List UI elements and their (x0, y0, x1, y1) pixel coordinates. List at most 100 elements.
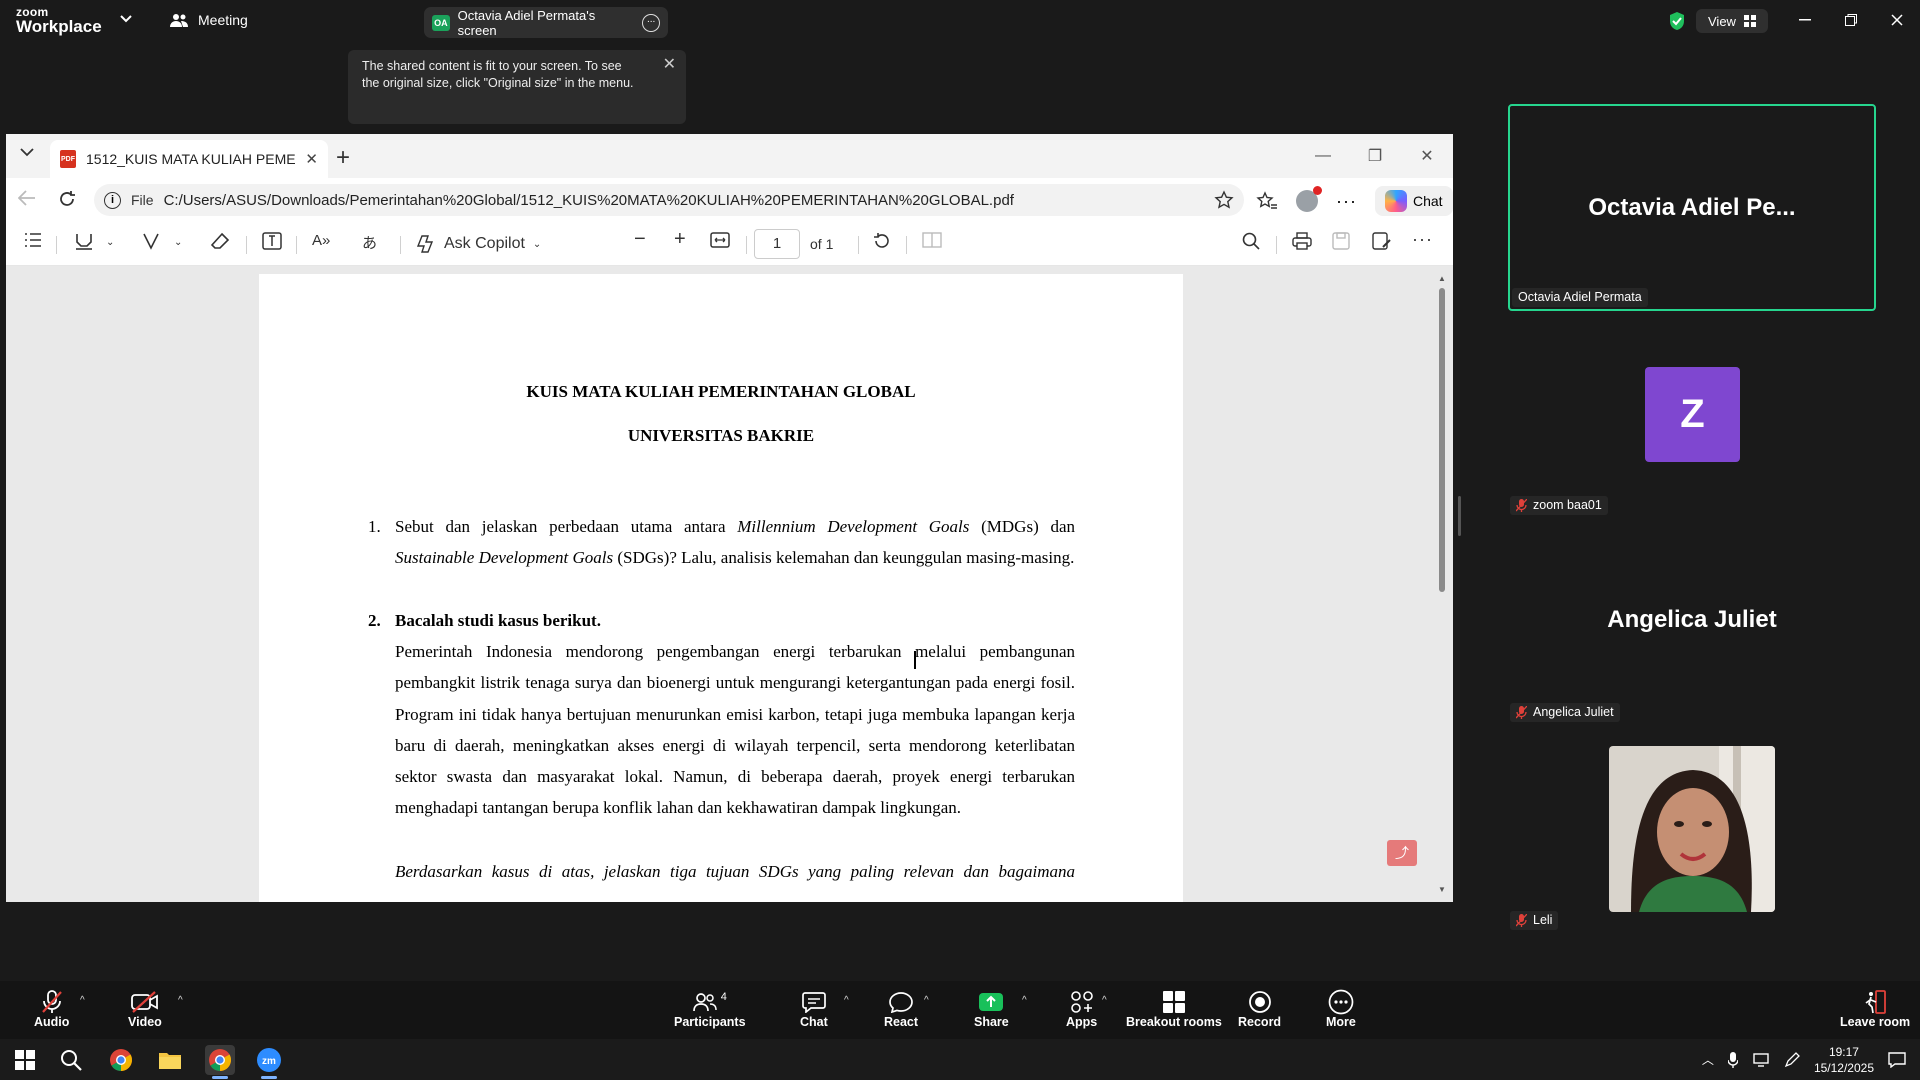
save-icon[interactable] (1332, 232, 1350, 250)
tray-overflow-chevron-icon[interactable]: ︿ (1702, 1051, 1714, 1068)
ask-copilot-button[interactable]: Ask Copilot ⌄ (416, 234, 541, 254)
audio-options-caret-icon[interactable]: ^ (80, 995, 85, 1006)
close-icon[interactable] (1874, 0, 1920, 40)
favorite-star-icon[interactable] (1214, 190, 1234, 210)
search-icon[interactable] (56, 1045, 86, 1075)
browser-tab-pdf[interactable]: PDF 1512_KUIS MATA KULIAH PEMERINTAHAN G… (50, 140, 328, 178)
share-options-caret-icon[interactable]: ^ (1022, 995, 1027, 1006)
question-1-text: Sebut dan jelaskan perbedaan utama antar… (395, 511, 1075, 574)
scroll-up-icon[interactable]: ▲ (1438, 274, 1446, 283)
participant-name-tag: Leli (1510, 911, 1559, 930)
contents-list-icon[interactable] (24, 232, 42, 248)
apps-button[interactable]: Apps (1066, 989, 1097, 1029)
windows-start-icon[interactable] (10, 1045, 40, 1075)
pdf-viewer[interactable]: KUIS MATA KULIAH PEMERINTAHAN GLOBAL UNI… (6, 266, 1453, 902)
pen-icon[interactable] (1784, 1051, 1800, 1068)
settings-more-icon[interactable]: ··· (1336, 191, 1357, 212)
mic-muted-icon (1516, 913, 1527, 927)
notifications-icon[interactable] (1888, 1051, 1906, 1068)
zoom-in-icon[interactable]: + (674, 228, 686, 251)
clock-time: 19:17 (1828, 1044, 1859, 1059)
browser-close-icon[interactable]: ✕ (1401, 134, 1453, 178)
draw-chevron-icon[interactable]: ⌄ (174, 237, 182, 248)
pdf-more-icon[interactable]: ··· (1412, 229, 1433, 250)
minimize-icon[interactable] (1782, 0, 1828, 40)
panel-resize-handle[interactable] (1458, 496, 1461, 536)
browser-minimize-icon[interactable]: — (1297, 134, 1349, 178)
participant-big-name[interactable]: Angelica Juliet (1508, 606, 1876, 634)
page-view-icon[interactable] (922, 232, 942, 248)
more-options-icon[interactable]: ... (642, 13, 660, 32)
eraser-icon[interactable] (210, 232, 230, 250)
highlight-icon[interactable] (74, 232, 94, 250)
zoom-app-icon[interactable]: zm (254, 1045, 284, 1075)
zoom-out-icon[interactable]: − (634, 228, 646, 251)
microphone-icon[interactable] (1727, 1051, 1738, 1068)
close-notice-icon[interactable]: ✕ (663, 56, 676, 73)
highlight-chevron-icon[interactable]: ⌄ (106, 237, 114, 248)
text-box-icon[interactable] (262, 232, 282, 250)
file-scheme-label: File (131, 192, 154, 208)
react-options-caret-icon[interactable]: ^ (924, 995, 929, 1006)
pdf-scrollbar[interactable]: ▲ ▼ (1437, 274, 1447, 894)
new-tab-icon[interactable]: + (336, 144, 350, 172)
leave-room-label: Leave room (1840, 1015, 1911, 1029)
view-button[interactable]: View (1696, 9, 1768, 33)
file-explorer-icon[interactable] (155, 1045, 185, 1075)
copilot-chat-button[interactable]: Chat (1374, 186, 1453, 216)
draw-icon[interactable] (142, 232, 160, 250)
shared-screen-tab[interactable]: OA Octavia Adiel Permata's screen ... (424, 7, 668, 38)
profile-avatar[interactable] (1296, 186, 1322, 212)
chat-button[interactable]: Chat (800, 989, 828, 1029)
leave-room-button[interactable]: Leave room (1840, 989, 1910, 1029)
record-icon (1248, 989, 1272, 1015)
network-icon[interactable] (1752, 1052, 1770, 1067)
chevron-down-icon[interactable] (120, 15, 132, 23)
participant-tile-active-speaker[interactable]: Octavia Adiel Pe... Octavia Adiel Permat… (1508, 104, 1876, 311)
acrobat-icon[interactable]: ⤴ (1387, 840, 1417, 866)
participants-button[interactable]: 4 Participants (674, 989, 746, 1029)
search-icon[interactable] (1242, 232, 1260, 250)
windows-taskbar: zm ︿ 19:17 15/12/2025 (0, 1039, 1920, 1080)
video-button[interactable]: Video (128, 989, 162, 1029)
browser-restore-icon[interactable]: ❐ (1349, 134, 1401, 178)
translate-icon[interactable]: あ (362, 232, 377, 253)
meeting-menu-button[interactable]: Meeting (170, 12, 248, 28)
print-icon[interactable] (1292, 232, 1312, 250)
apps-options-caret-icon[interactable]: ^ (1102, 995, 1107, 1006)
chat-options-caret-icon[interactable]: ^ (844, 995, 849, 1006)
scrollbar-thumb[interactable] (1439, 288, 1445, 592)
share-button[interactable]: Share (974, 989, 1009, 1029)
restore-icon[interactable] (1828, 0, 1874, 40)
fit-page-icon[interactable] (710, 232, 730, 248)
participant-avatar-initial[interactable]: Z (1645, 367, 1740, 462)
url-text[interactable]: C:/Users/ASUS/Downloads/Pemerintahan%20G… (164, 192, 1204, 209)
audio-button[interactable]: Audio (34, 989, 69, 1029)
system-clock[interactable]: 19:17 15/12/2025 (1814, 1044, 1874, 1076)
toolbar-separator (400, 236, 401, 254)
participant-name-tag: Angelica Juliet (1510, 703, 1620, 722)
chrome-active-icon[interactable] (205, 1045, 235, 1075)
rotate-icon[interactable] (872, 232, 892, 250)
scroll-down-icon[interactable]: ▼ (1438, 885, 1446, 894)
video-options-caret-icon[interactable]: ^ (178, 995, 183, 1006)
page-number-input[interactable]: 1 (754, 229, 800, 259)
favorites-icon[interactable] (1256, 191, 1278, 211)
more-button[interactable]: More (1326, 989, 1356, 1029)
record-button[interactable]: Record (1238, 989, 1281, 1029)
reload-icon[interactable] (58, 190, 76, 208)
toolbar-separator (746, 236, 747, 254)
breakout-rooms-button[interactable]: Breakout rooms (1126, 989, 1222, 1029)
participant-video-photo[interactable] (1609, 746, 1775, 912)
save-as-icon[interactable] (1372, 232, 1392, 250)
address-bar[interactable]: i File C:/Users/ASUS/Downloads/Pemerinta… (94, 184, 1244, 216)
chrome-icon[interactable] (106, 1045, 136, 1075)
meeting-label: Meeting (198, 12, 248, 28)
back-arrow-icon[interactable] (18, 190, 36, 206)
read-aloud-icon[interactable]: A» (312, 232, 330, 249)
react-button[interactable]: React (884, 989, 918, 1029)
shield-check-icon[interactable] (1668, 11, 1686, 31)
close-tab-icon[interactable]: ✕ (305, 150, 318, 168)
info-icon[interactable]: i (104, 191, 121, 209)
tab-actions-chevron-icon[interactable] (20, 148, 34, 157)
